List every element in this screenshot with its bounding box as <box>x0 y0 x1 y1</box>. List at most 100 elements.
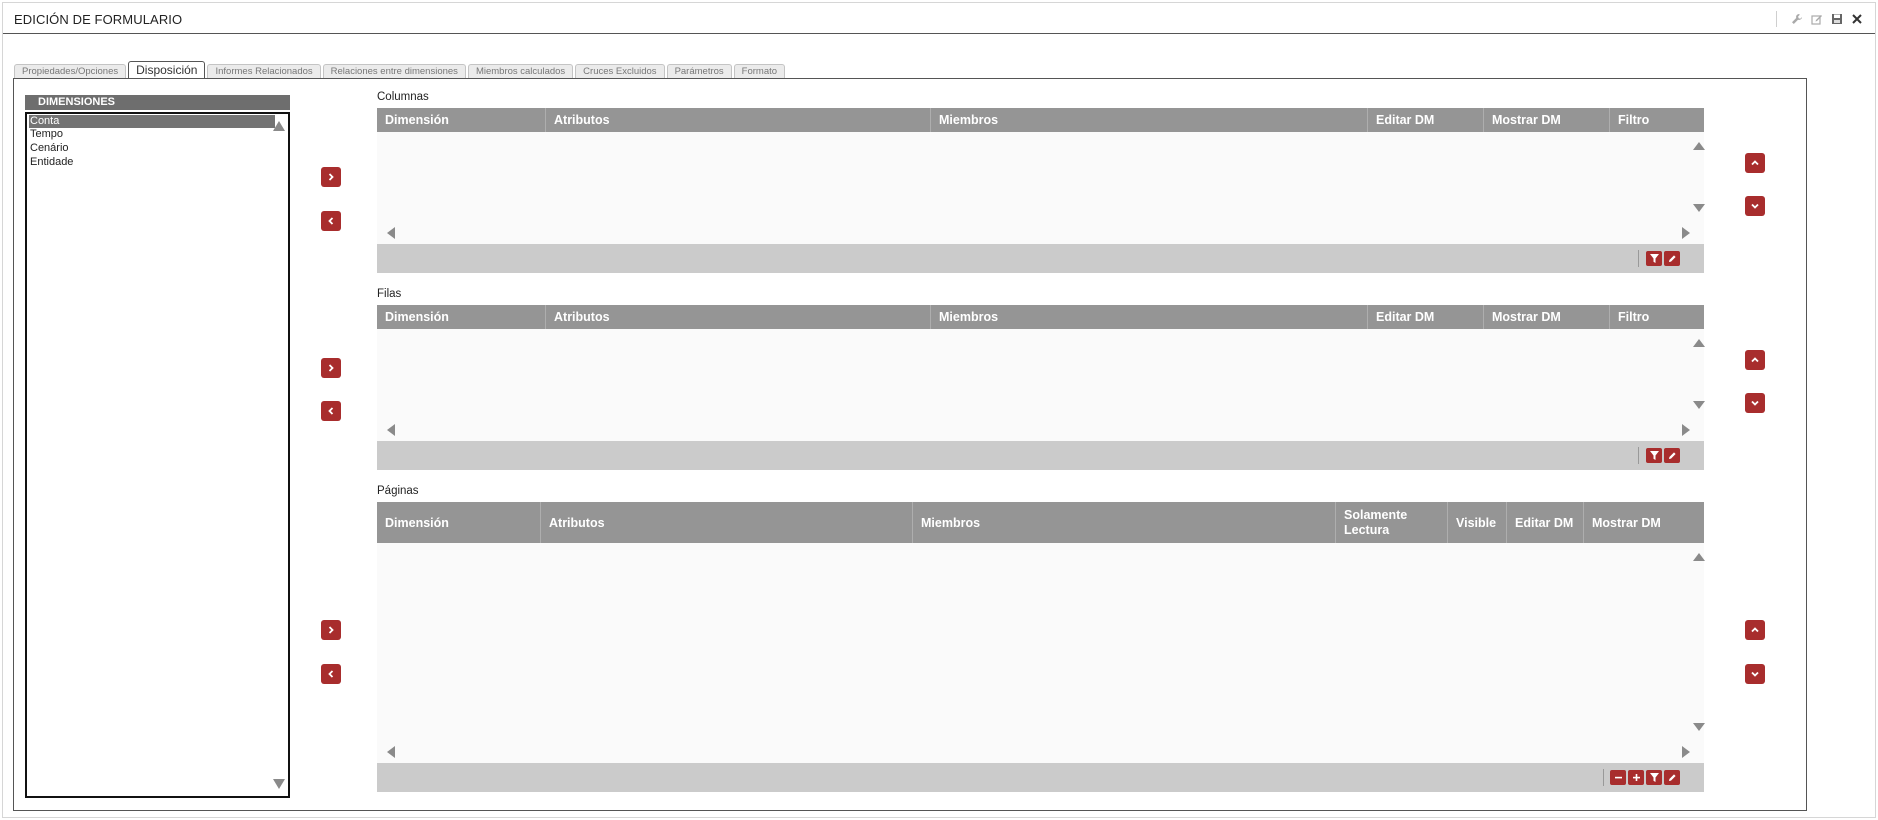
scroll-up-arrow-icon[interactable] <box>273 121 285 131</box>
row-header-dimension[interactable]: Dimensión <box>377 305 545 329</box>
save-icon[interactable] <box>1829 11 1845 27</box>
col-header-dimension[interactable]: Dimensión <box>377 108 545 132</box>
columns-label: Columnas <box>377 91 429 103</box>
row-header-editar-dm[interactable]: Editar DM <box>1367 305 1483 329</box>
filter-button[interactable] <box>1646 448 1662 463</box>
chevron-down-icon <box>1751 203 1759 209</box>
window-title: EDICIÓN DE FORMULARIO <box>14 12 183 27</box>
page-header-mostrar-dm[interactable]: Mostrar DM <box>1583 502 1704 543</box>
scroll-up-arrow-icon[interactable] <box>1693 339 1705 347</box>
scroll-left-arrow-icon[interactable] <box>387 424 395 436</box>
pages-move-down-button[interactable] <box>1745 664 1765 684</box>
chevron-down-icon <box>1751 671 1759 677</box>
tab-formato[interactable]: Formato <box>733 64 786 79</box>
remove-from-rows-button[interactable] <box>321 401 341 421</box>
page-header-atributos[interactable]: Atributos <box>540 502 912 543</box>
edit-icon[interactable] <box>1809 11 1825 27</box>
add-to-pages-button[interactable] <box>321 620 341 640</box>
title-bar: EDICIÓN DE FORMULARIO <box>3 3 1875 34</box>
tab-propiedades-opciones[interactable]: Propiedades/Opciones <box>14 64 127 79</box>
scroll-down-arrow-icon[interactable] <box>273 779 285 789</box>
page-header-visible[interactable]: Visible <box>1447 502 1506 543</box>
tab-parametros[interactable]: Parámetros <box>666 64 732 79</box>
page-header-dimension[interactable]: Dimensión <box>377 502 540 543</box>
columns-grid-footer <box>377 244 1704 273</box>
dimension-item-cenario[interactable]: Cenário <box>29 142 275 155</box>
chevron-left-icon <box>328 407 334 415</box>
chevron-up-icon <box>1751 160 1759 166</box>
edit-button[interactable] <box>1664 448 1680 463</box>
scroll-right-arrow-icon[interactable] <box>1682 424 1690 436</box>
scroll-right-arrow-icon[interactable] <box>1682 227 1690 239</box>
filter-icon <box>1649 254 1659 263</box>
title-divider <box>1776 11 1777 27</box>
chevron-left-icon <box>328 217 334 225</box>
plus-icon <box>1632 774 1640 781</box>
dimension-item-tempo[interactable]: Tempo <box>29 128 275 141</box>
col-header-mostrar-dm[interactable]: Mostrar DM <box>1483 108 1609 132</box>
tab-cruces-excluidos[interactable]: Cruces Excluidos <box>575 64 665 79</box>
chevron-up-icon <box>1751 627 1759 633</box>
page-header-solamente-lectura[interactable]: Solamente Lectura <box>1335 502 1447 543</box>
add-to-columns-button[interactable] <box>321 167 341 187</box>
scroll-right-arrow-icon[interactable] <box>1682 746 1690 758</box>
scroll-down-arrow-icon[interactable] <box>1693 723 1705 731</box>
page-header-editar-dm[interactable]: Editar DM <box>1506 502 1583 543</box>
filter-button[interactable] <box>1646 251 1662 266</box>
dimensions-header: DIMENSIONES <box>25 95 290 110</box>
col-header-editar-dm[interactable]: Editar DM <box>1367 108 1483 132</box>
col-header-miembros[interactable]: Miembros <box>930 108 1367 132</box>
remove-from-pages-button[interactable] <box>321 664 341 684</box>
tab-miembros-calculados[interactable]: Miembros calculados <box>467 64 574 79</box>
pages-grid: Dimensión Atributos Miembros Solamente L… <box>377 502 1705 792</box>
row-header-atributos[interactable]: Atributos <box>545 305 930 329</box>
scroll-up-arrow-icon[interactable] <box>1693 553 1705 561</box>
rows-grid-header: Dimensión Atributos Miembros Editar DM M… <box>377 305 1704 329</box>
remove-row-button[interactable] <box>1610 770 1626 785</box>
rows-label: Filas <box>377 288 402 300</box>
scroll-left-arrow-icon[interactable] <box>387 746 395 758</box>
pencil-icon <box>1668 255 1676 262</box>
scroll-down-arrow-icon[interactable] <box>1693 204 1705 212</box>
columns-move-down-button[interactable] <box>1745 196 1765 216</box>
dimension-item-conta[interactable]: Conta <box>29 115 275 128</box>
dimension-item-entidade[interactable]: Entidade <box>29 156 275 169</box>
col-header-atributos[interactable]: Atributos <box>545 108 930 132</box>
add-to-rows-button[interactable] <box>321 358 341 378</box>
pencil-icon <box>1668 452 1676 459</box>
tab-relaciones-dimensiones[interactable]: Relaciones entre dimensiones <box>322 64 466 79</box>
rows-move-up-button[interactable] <box>1745 350 1765 370</box>
close-icon[interactable] <box>1849 11 1865 27</box>
row-header-miembros[interactable]: Miembros <box>930 305 1367 329</box>
wrench-icon[interactable] <box>1789 11 1805 27</box>
rows-grid: Dimensión Atributos Miembros Editar DM M… <box>377 305 1705 470</box>
col-header-filtro[interactable]: Filtro <box>1609 108 1704 132</box>
scroll-left-arrow-icon[interactable] <box>387 227 395 239</box>
pages-grid-footer <box>377 763 1704 792</box>
footer-divider <box>1603 769 1604 786</box>
filter-icon <box>1649 451 1659 460</box>
filter-button[interactable] <box>1646 770 1662 785</box>
rows-grid-footer <box>377 441 1704 470</box>
scroll-up-arrow-icon[interactable] <box>1693 142 1705 150</box>
tab-bar: Propiedades/Opciones Disposición Informe… <box>14 60 787 80</box>
rows-grid-body[interactable] <box>377 329 1705 441</box>
pages-grid-body[interactable] <box>377 543 1705 763</box>
columns-move-up-button[interactable] <box>1745 153 1765 173</box>
chevron-up-icon <box>1751 357 1759 363</box>
page-header-miembros[interactable]: Miembros <box>912 502 1335 543</box>
edit-button[interactable] <box>1664 770 1680 785</box>
scroll-down-arrow-icon[interactable] <box>1693 401 1705 409</box>
row-header-filtro[interactable]: Filtro <box>1609 305 1704 329</box>
tab-informes-relacionados[interactable]: Informes Relacionados <box>207 64 321 79</box>
footer-divider <box>1638 250 1639 267</box>
row-header-mostrar-dm[interactable]: Mostrar DM <box>1483 305 1609 329</box>
pages-move-up-button[interactable] <box>1745 620 1765 640</box>
rows-move-down-button[interactable] <box>1745 393 1765 413</box>
edit-button[interactable] <box>1664 251 1680 266</box>
add-row-button[interactable] <box>1628 770 1644 785</box>
remove-from-columns-button[interactable] <box>321 211 341 231</box>
dimensions-list[interactable]: Conta Tempo Cenário Entidade <box>25 112 290 798</box>
pages-grid-header: Dimensión Atributos Miembros Solamente L… <box>377 502 1704 543</box>
columns-grid-body[interactable] <box>377 132 1705 244</box>
